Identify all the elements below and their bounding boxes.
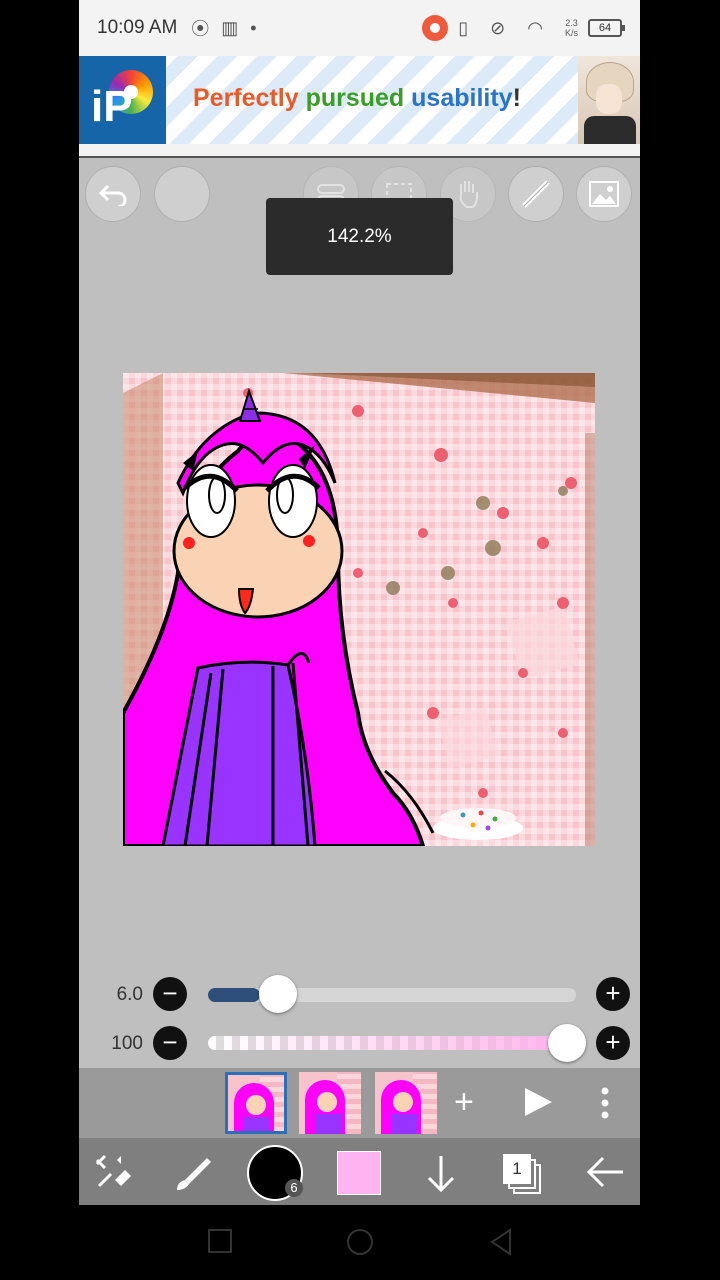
app-screen: 10:09 AM ⦿ ▥ • ▯ ⊘ ◠ 2.3 K/s 64 iP Perfe… [79,0,640,1205]
zoom-indicator: 142.2% [266,198,453,275]
hand-icon [459,181,479,208]
network-speed-value: 2.3 [565,18,578,28]
alarm-icon: ⦿ [191,19,210,39]
merge-down-button[interactable] [423,1152,459,1199]
brush-opacity-slider[interactable] [208,1036,576,1050]
arrow-left-icon [586,1156,623,1188]
brush-opacity-decrease-button[interactable]: − [153,1026,187,1060]
image-icon [589,181,619,207]
status-bar: 10:09 AM ⦿ ▥ • ▯ ⊘ ◠ 2.3 K/s 64 [79,0,640,56]
app-notification-icon: ▥ [221,17,239,38]
back-button[interactable] [583,1152,627,1197]
brush-size-value: 6.0 [116,984,143,1005]
artwork [123,373,595,846]
recents-icon [208,1229,232,1253]
ad-banner[interactable]: iP Perfectly pursued usability! [79,56,640,144]
transform-tools-icon [95,1154,131,1188]
drawing-canvas[interactable] [123,373,595,846]
brush-tool-button[interactable] [171,1150,215,1199]
status-right: ▯ ⊘ ◠ 2.3 K/s 64 [422,15,625,41]
frame-thumbnail-2[interactable] [299,1072,361,1134]
network-speed: 2.3 K/s [565,18,578,38]
screen-record-icon [422,15,449,41]
frame-menu-button[interactable] [597,1086,613,1125]
wifi-icon: ◠ [527,17,543,38]
undo-button[interactable] [85,166,141,222]
notification-dot-icon: • [250,17,257,38]
more-vertical-icon [601,1087,609,1119]
vibrate-icon: ▯ [458,17,469,38]
battery-icon: 64 [588,19,625,37]
slogan-word-1: Perfectly [193,84,299,112]
ad-slogan: Perfectly pursued usability! [193,84,521,113]
ruler-icon [522,180,550,208]
primary-color-button[interactable]: 6 [247,1145,303,1201]
brush-size-slider-thumb[interactable] [258,975,297,1013]
home-button[interactable] [346,1228,373,1255]
brush-size-increase-button[interactable]: + [596,977,630,1011]
redo-button[interactable] [154,166,210,222]
ad-divider [79,156,640,158]
brush-size-decrease-button[interactable]: − [153,977,187,1011]
frame-thumbnail-3[interactable] [375,1072,437,1134]
frame-thumbnail-1[interactable] [225,1072,287,1134]
secondary-color-swatch[interactable] [337,1151,381,1195]
layers-button[interactable]: 1 [503,1154,543,1194]
brush-opacity-value: 100 [111,1033,143,1054]
logo-text: iP [91,82,133,131]
brush-icon [177,1158,211,1190]
arrow-down-icon [427,1156,455,1193]
brush-opacity-slider-thumb[interactable] [548,1024,586,1062]
slogan-word-4: ! [512,84,521,112]
animation-frames-strip [79,1068,640,1138]
brush-opacity-increase-button[interactable]: + [596,1026,630,1060]
add-frame-button[interactable]: + [454,1080,474,1124]
do-not-disturb-icon: ⊘ [490,17,506,38]
undo-icon [98,184,127,206]
recents-button[interactable] [207,1228,233,1254]
ibis-logo: iP [79,56,166,144]
play-button[interactable] [521,1085,555,1124]
system-back-button[interactable] [488,1228,514,1256]
ad-gap [79,144,640,156]
brush-size-badge: 6 [285,1179,303,1197]
slogan-word-2: pursued [305,84,405,112]
image-button[interactable] [576,166,632,222]
layer-count: 1 [503,1154,531,1184]
slogan-word-3: usability [411,84,513,112]
play-icon [525,1088,552,1116]
network-speed-unit: K/s [564,28,578,38]
brush-size-fill [208,988,260,1002]
status-time: 10:09 AM [97,17,178,38]
ad-character-image [578,56,640,144]
ruler-button[interactable] [508,166,564,222]
brush-opacity-fill [208,1036,576,1050]
home-icon [347,1229,373,1255]
quick-tools-button[interactable] [91,1150,135,1199]
back-triangle-icon [490,1228,511,1256]
